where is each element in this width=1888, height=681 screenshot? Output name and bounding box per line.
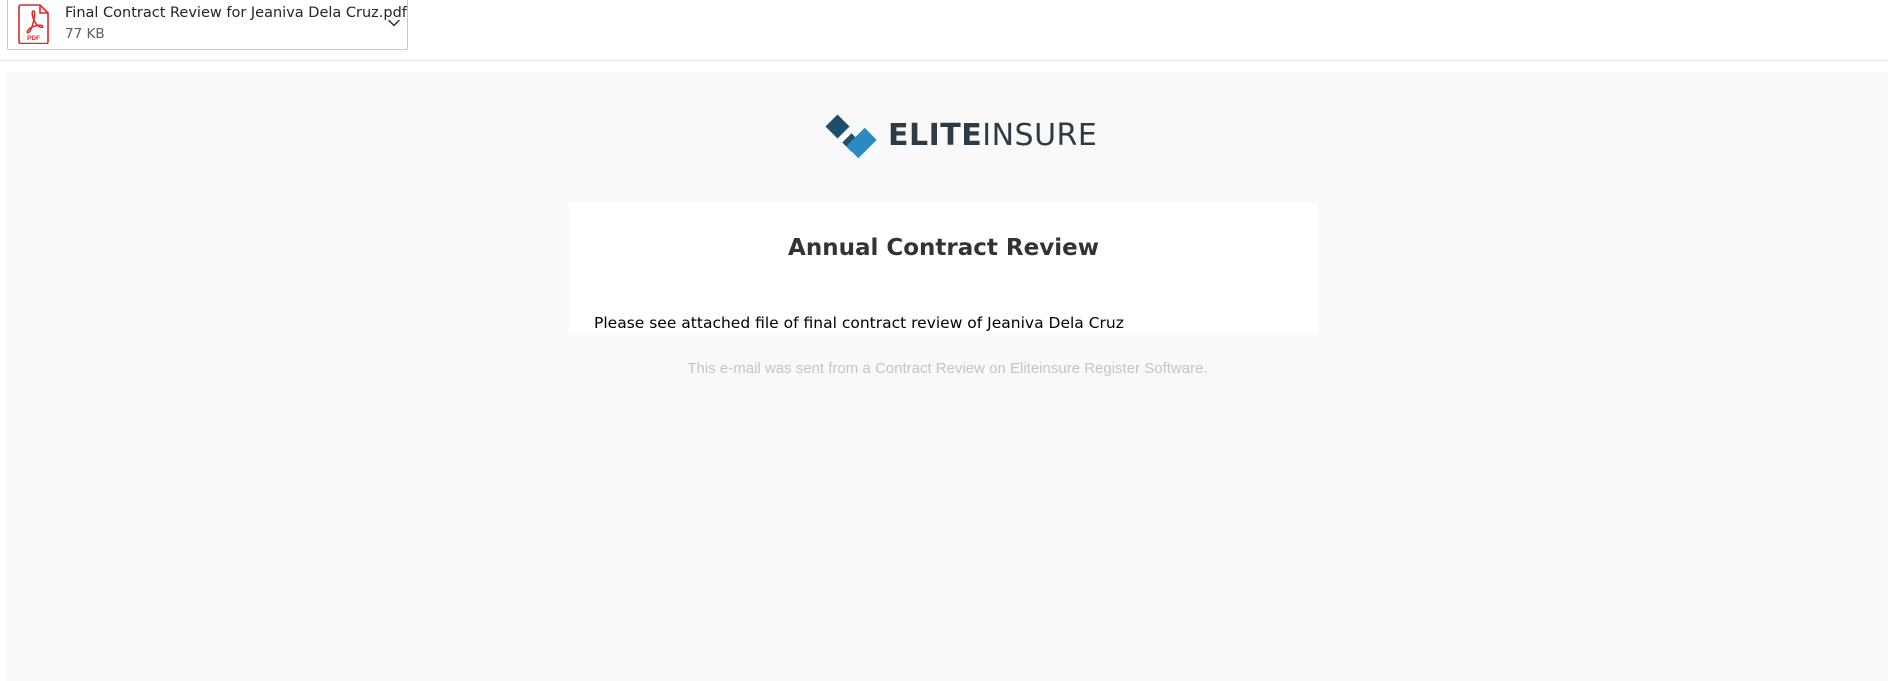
card-message: Please see attached file of final contra…: [594, 314, 1124, 332]
pdf-icon: PDF: [18, 4, 49, 44]
eliteinsure-logo: ELITEINSURE: [823, 112, 1097, 162]
attachment-bar: PDF Final Contract Review for Jeaniva De…: [0, 0, 1888, 61]
logo-text-elite: ELITE: [888, 118, 983, 153]
logo-text: ELITEINSURE: [888, 118, 1097, 154]
attachment-file-size: 77 KB: [65, 26, 105, 42]
pdf-icon-label: PDF: [27, 35, 40, 42]
card-title: Annual Contract Review: [788, 235, 1099, 261]
message-card: Annual Contract Review Please see attach…: [569, 202, 1318, 335]
footer-note: This e-mail was sent from a Contract Rev…: [687, 360, 1208, 377]
attachment-file-name: Final Contract Review for Jeaniva Dela C…: [65, 5, 407, 21]
logo-text-insure: INSURE: [982, 118, 1098, 153]
chevron-down-icon[interactable]: [386, 17, 402, 29]
logo-mark-icon: [825, 114, 877, 159]
attachment-card[interactable]: PDF Final Contract Review for Jeaniva De…: [7, 0, 408, 50]
